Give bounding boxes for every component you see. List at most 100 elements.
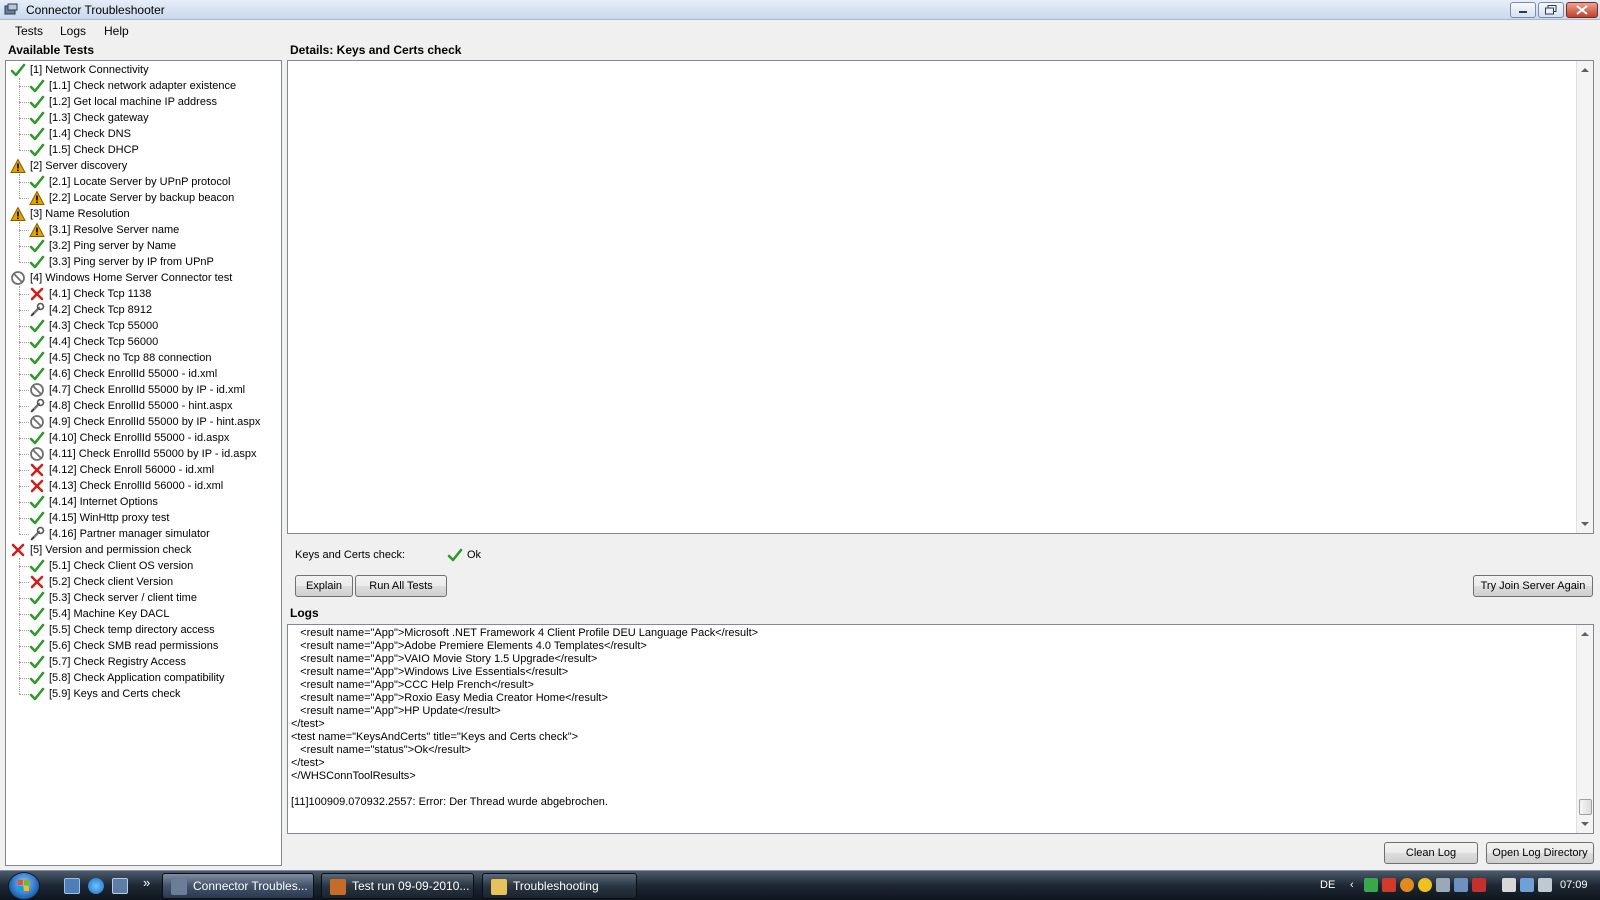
error-x-icon <box>30 575 44 589</box>
tree-connector <box>19 422 29 423</box>
tree-connector <box>19 198 29 199</box>
language-indicator[interactable]: DE <box>1320 879 1335 891</box>
tree-node-label: [4.11] Check EnrollId 55000 by IP - id.a… <box>49 448 257 460</box>
check-icon <box>29 687 45 701</box>
scroll-down-icon[interactable] <box>1581 822 1589 826</box>
tray-chrome-icon[interactable] <box>1400 878 1414 892</box>
tree-node-label: [5.8] Check Application compatibility <box>49 672 225 684</box>
scroll-down-icon[interactable] <box>1581 522 1589 526</box>
log-line: <result name="App">Roxio Easy Media Crea… <box>291 692 608 704</box>
check-icon <box>29 559 45 573</box>
menu-help[interactable]: Help <box>104 24 129 38</box>
tray-network-icon[interactable] <box>1520 878 1534 892</box>
tree-connector <box>19 358 29 359</box>
switch-windows-icon[interactable] <box>112 878 128 894</box>
tray-expand-icon[interactable]: ‹ <box>1350 879 1354 891</box>
tree-node-label: [4.8] Check EnrollId 55000 - hint.aspx <box>49 400 233 412</box>
tree-connector <box>19 174 20 198</box>
tree-node-label: [5.4] Machine Key DACL <box>49 608 170 620</box>
log-line: <result name="App">Adobe Premiere Elemen… <box>291 640 647 652</box>
tree-node-label: [2.2] Locate Server by backup beacon <box>49 192 235 204</box>
clock[interactable]: 07:09 <box>1560 879 1588 891</box>
menu-logs[interactable]: Logs <box>60 24 86 38</box>
app-icon <box>171 879 187 895</box>
quicklaunch-more-icon[interactable]: » <box>143 875 150 890</box>
tree-connector <box>19 614 29 615</box>
error-x-icon <box>30 479 44 493</box>
tree-node-label: [4.13] Check EnrollId 56000 - id.xml <box>49 480 224 492</box>
tree-connector <box>19 694 29 695</box>
tray-monitor-icon[interactable] <box>1436 878 1450 892</box>
run-all-tests-button[interactable]: Run All Tests <box>355 575 447 597</box>
internet-explorer-icon[interactable] <box>88 878 104 894</box>
tree-node-label: [1.2] Get local machine IP address <box>49 96 217 108</box>
clean-log-button[interactable]: Clean Log <box>1384 842 1478 864</box>
warning-icon <box>29 222 45 237</box>
explain-button[interactable]: Explain <box>295 575 353 597</box>
tree-connector <box>19 518 29 519</box>
start-button[interactable] <box>8 872 40 900</box>
log-line: <result name="App">CCC Help French</resu… <box>291 679 534 691</box>
check-icon <box>29 511 45 525</box>
try-join-server-button[interactable]: Try Join Server Again <box>1473 575 1593 597</box>
skipped-icon <box>11 271 25 285</box>
scroll-thumb[interactable] <box>1579 799 1592 815</box>
details-header: Details: Keys and Certs check <box>290 43 462 57</box>
check-icon <box>29 79 45 93</box>
tree-node-label: [5.7] Check Registry Access <box>49 656 186 668</box>
tray-update-icon[interactable] <box>1364 878 1378 892</box>
tree-connector <box>19 326 29 327</box>
minimize-icon <box>1519 11 1527 13</box>
open-log-directory-button[interactable]: Open Log Directory <box>1486 842 1594 864</box>
details-scrollbar[interactable] <box>1576 61 1593 533</box>
logs-scrollbar[interactable] <box>1576 625 1593 833</box>
tree-connector <box>19 118 29 119</box>
log-line: </test> <box>291 757 325 769</box>
tree-connector <box>19 534 29 535</box>
tree-node-label: [5.6] Check SMB read permissions <box>49 640 219 652</box>
logs-panel[interactable]: <result name="App">Microsoft .NET Framew… <box>287 624 1594 834</box>
tray-volume-icon[interactable] <box>1538 878 1552 892</box>
taskbar-item-test-run[interactable]: Test run 09-09-2010... <box>321 873 474 899</box>
tests-tree[interactable]: [1] Network Connectivity [1.1] Check netw… <box>5 60 282 866</box>
log-line: <result name="App">VAIO Movie Story 1.5 … <box>291 653 598 665</box>
close-button[interactable] <box>1566 2 1598 18</box>
tray-app-icon[interactable] <box>1418 878 1432 892</box>
tree-node-label: [1.5] Check DHCP <box>49 144 139 156</box>
tray-usb-icon[interactable] <box>1502 878 1516 892</box>
check-icon <box>29 591 45 605</box>
menu-tests[interactable]: Tests <box>15 24 43 38</box>
title-bar: Connector Troubleshooter <box>0 0 1600 20</box>
check-icon <box>29 319 45 333</box>
tree-node-label: [5.2] Check client Version <box>49 576 174 588</box>
tree-node-label: [4.5] Check no Tcp 88 connection <box>49 352 212 364</box>
check-icon <box>29 431 45 445</box>
tree-node-label: [4] Windows Home Server Connector test <box>30 272 233 284</box>
taskbar-item-connector[interactable]: Connector Troubles... <box>162 873 314 899</box>
log-line: <result name="App">HP Update</result> <box>291 705 501 717</box>
tree-node-label: [4.1] Check Tcp 1138 <box>49 288 152 300</box>
log-line: </WHSConnToolResults> <box>291 770 416 782</box>
minimize-button[interactable] <box>1510 2 1536 18</box>
log-line: <result name="App">Windows Live Essentia… <box>291 666 569 678</box>
window-title: Connector Troubleshooter <box>26 3 165 17</box>
tray-antivirus-icon[interactable] <box>1382 878 1396 892</box>
taskbar-item-troubleshooting[interactable]: Troubleshooting <box>482 873 637 899</box>
scroll-up-icon[interactable] <box>1581 632 1589 636</box>
error-x-icon <box>30 463 44 477</box>
tree-connector <box>19 390 29 391</box>
check-icon <box>29 255 45 269</box>
log-line: </test> <box>291 718 325 730</box>
tray-pdf-icon[interactable] <box>1472 878 1486 892</box>
check-icon <box>29 607 45 621</box>
show-desktop-icon[interactable] <box>64 878 80 894</box>
restore-button[interactable] <box>1538 2 1564 18</box>
tray-sync-icon[interactable] <box>1454 878 1468 892</box>
error-x-icon <box>11 543 25 557</box>
tree-connector <box>19 294 29 295</box>
scroll-up-icon[interactable] <box>1581 68 1589 72</box>
warning-icon <box>29 190 45 205</box>
tree-connector <box>19 182 29 183</box>
tree-node-label: [4.16] Partner manager simulator <box>49 528 210 540</box>
details-panel[interactable] <box>287 60 1594 534</box>
